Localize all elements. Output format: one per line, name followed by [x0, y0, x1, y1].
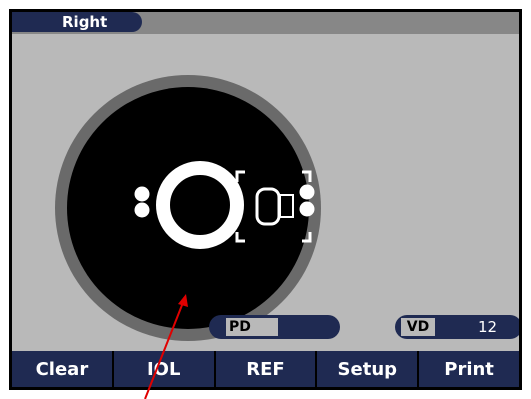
function-menu-bar: Clear IOL REF Setup Print	[12, 351, 519, 387]
clear-button[interactable]: Clear	[12, 351, 112, 387]
reference-dot	[299, 201, 315, 217]
pd-label: PD	[226, 318, 278, 336]
setup-button[interactable]: Setup	[315, 351, 417, 387]
vd-label: VD	[401, 318, 435, 336]
target-field	[67, 87, 309, 329]
lens-meter-screen: Right PD VD 12 Clear IOL REF Setup Print	[12, 12, 519, 387]
vd-value: 12	[478, 318, 498, 336]
reference-dot	[299, 184, 315, 200]
print-button[interactable]: Print	[417, 351, 519, 387]
reference-dot	[134, 202, 150, 218]
vd-readout: VD 12	[395, 315, 519, 339]
iol-button[interactable]: IOL	[111, 351, 214, 387]
device-frame: Right PD VD 12 Clear IOL REF Setup Print	[9, 9, 522, 390]
reference-dot	[134, 186, 150, 202]
pd-readout: PD	[209, 315, 340, 339]
ref-button[interactable]: REF	[213, 351, 316, 387]
